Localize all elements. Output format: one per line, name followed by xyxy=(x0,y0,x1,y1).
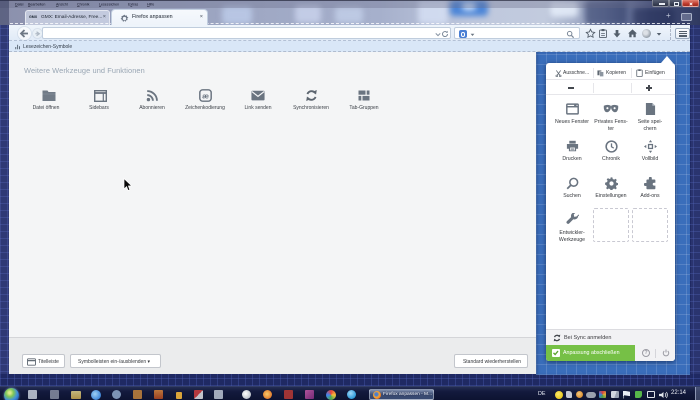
svg-text:æ: æ xyxy=(202,91,209,100)
